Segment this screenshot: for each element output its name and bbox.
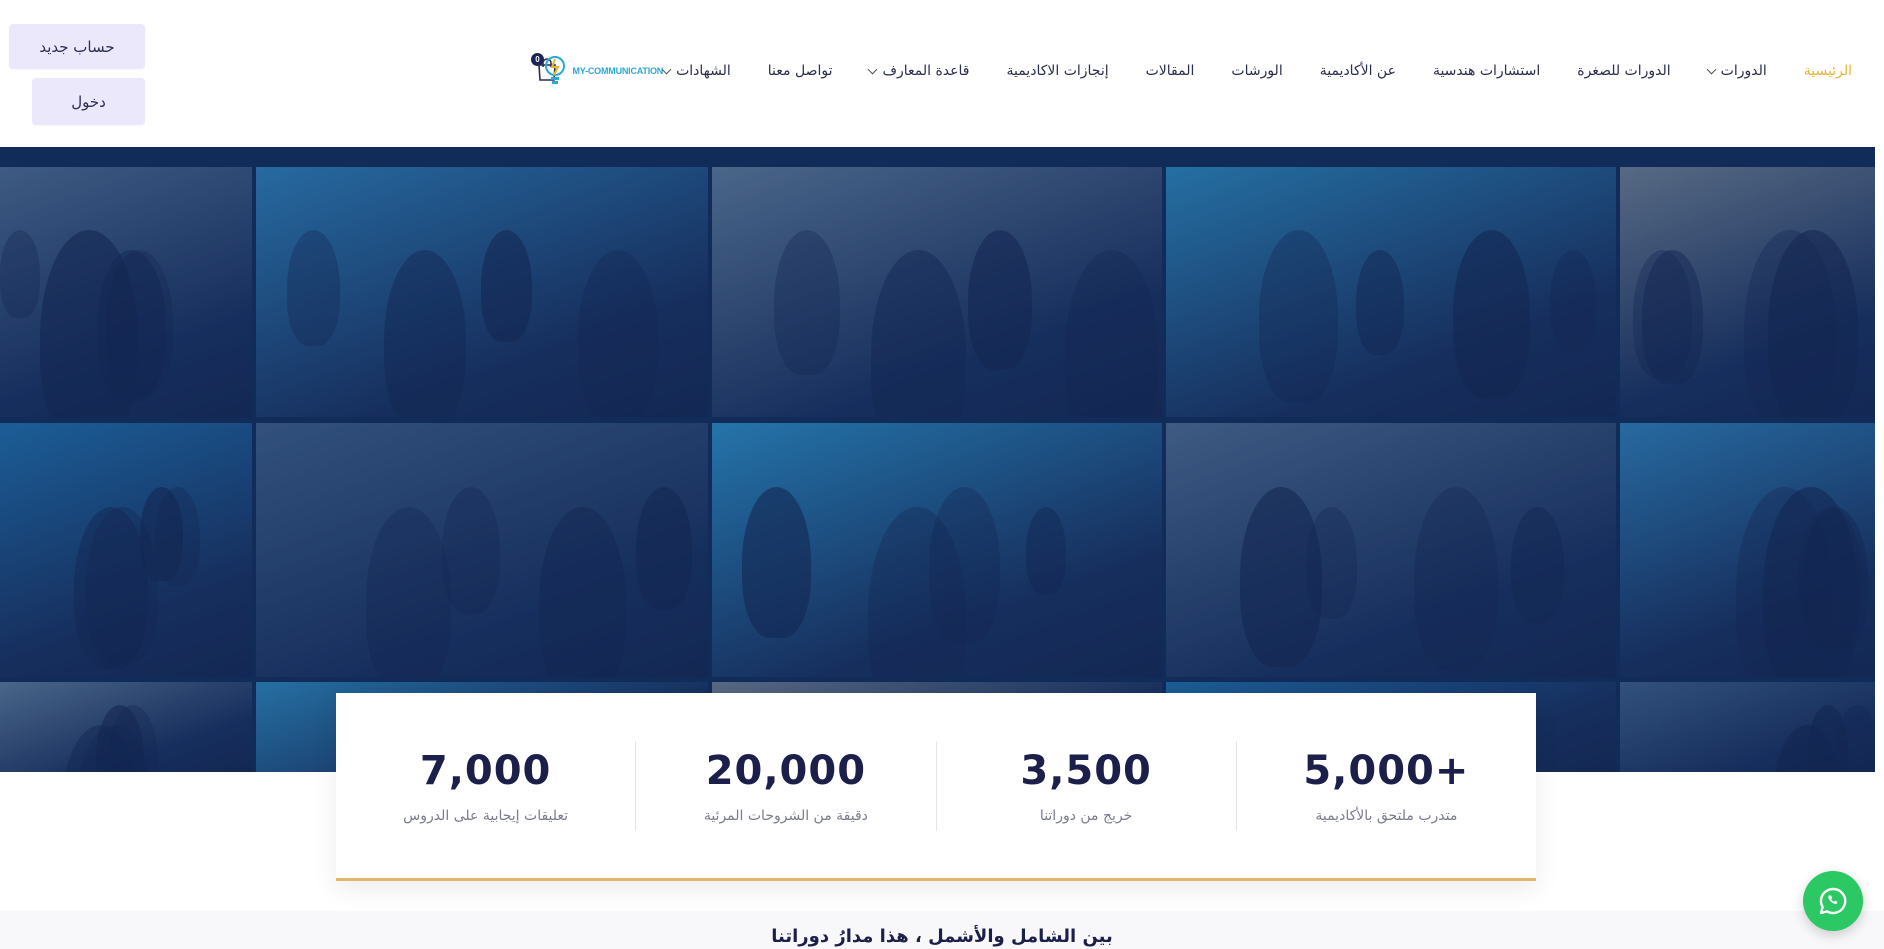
chevron-down-icon: [868, 64, 878, 74]
site-header: حساب جديد دخول 0 MY-COMMUNICATION الرئيس…: [0, 0, 1884, 147]
nav-item[interactable]: الدورات للصغرة: [1577, 63, 1670, 79]
stat-reviews: 7,000 تعليقات إيجابية على الدروس: [336, 741, 635, 831]
nav-item-label: عن الأكاديمية: [1319, 63, 1396, 79]
stat-label: تعليقات إيجابية على الدروس: [403, 807, 569, 824]
hero-photo-tile: [1620, 682, 1875, 772]
nav-item-label: قاعدة المعارف: [882, 63, 970, 79]
stat-label: متدرب ملتحق بالأكاديمية: [1315, 807, 1458, 824]
stat-value: 20,000: [705, 747, 867, 794]
chevron-down-icon: [661, 64, 672, 74]
nav-item[interactable]: تواصل معنا: [768, 63, 833, 79]
nav-item-label: الدورات للصغرة: [1577, 63, 1671, 79]
main-nav: MY-COMMUNICATION الرئيسية الدورات الدورات …: [506, 50, 1852, 92]
whatsapp-icon: [1819, 887, 1847, 915]
nav-item-label: استشارات هندسية: [1432, 63, 1541, 79]
nav-item[interactable]: عن الأكاديمية: [1320, 63, 1396, 79]
stat-label: خريج من دوراتنا: [1039, 807, 1133, 824]
nav-item[interactable]: الدورات: [1706, 63, 1767, 79]
hero-photo-tile: [0, 167, 252, 417]
hero-photo-tile: [1166, 167, 1616, 417]
stat-minutes: 20,000 دقيقة من الشروحات المرئية: [635, 740, 935, 831]
nav-item[interactable]: الرئيسية: [1804, 63, 1852, 79]
section-tagline: بين الشامل والأشمل ، هذا مدارُ دوراتنا: [771, 926, 1113, 947]
site-logo[interactable]: MY-COMMUNICATION: [544, 55, 663, 87]
nav-item-label: الورشات: [1231, 63, 1283, 79]
nav-item-label: إنجازات الاكاديمية: [1006, 63, 1109, 79]
stat-label: دقيقة من الشروحات المرئية: [703, 807, 868, 824]
nav-item-label: الرئيسية: [1803, 63, 1852, 79]
stat-value: 5,000+: [1303, 747, 1470, 794]
lightbulb-logo-icon: [545, 56, 566, 84]
hero-photo-tile: [1620, 167, 1875, 417]
hero-video-collage: [0, 147, 1875, 772]
whatsapp-button[interactable]: [1803, 871, 1863, 931]
hero-photo-tile: [0, 423, 252, 677]
hero-photo-tile: [0, 682, 252, 772]
hero-photo-tile: [256, 423, 708, 677]
stats-card: 5,000+ متدرب ملتحق بالأكاديمية 3,500 خري…: [336, 693, 1536, 881]
stat-trainees: 5,000+ متدرب ملتحق بالأكاديمية: [1235, 740, 1536, 831]
hero-photo-tile: [712, 167, 1162, 417]
hero-photo-tile: [1620, 423, 1875, 677]
stat-value: 3,500: [1020, 747, 1152, 794]
hero-photo-tile: [712, 423, 1162, 677]
nav-item[interactable]: استشارات هندسية: [1433, 63, 1540, 79]
chevron-down-icon: [1706, 64, 1717, 74]
nav-item[interactable]: إنجازات الاكاديمية: [1006, 63, 1108, 79]
logo-text: MY-COMMUNICATION: [572, 66, 664, 76]
stat-graduates: 3,500 خريج من دوراتنا: [935, 740, 1236, 831]
nav-item-label: تواصل معنا: [767, 63, 833, 79]
register-button[interactable]: حساب جديد: [9, 24, 145, 69]
nav-item-label: المقالات: [1145, 63, 1195, 79]
nav-item[interactable]: الشهادات: [661, 63, 731, 79]
nav-item-label: الشهادات: [676, 63, 731, 79]
nav-item[interactable]: قاعدة المعارف: [868, 63, 970, 79]
nav-item-label: الدورات: [1720, 63, 1767, 79]
login-button[interactable]: دخول: [32, 78, 145, 125]
hero-photo-tile: [1166, 423, 1616, 677]
stat-value: 7,000: [419, 747, 552, 794]
nav-item[interactable]: الورشات: [1231, 63, 1282, 79]
hero-photo-tile: [256, 167, 708, 417]
nav-item[interactable]: المقالات: [1146, 63, 1195, 79]
